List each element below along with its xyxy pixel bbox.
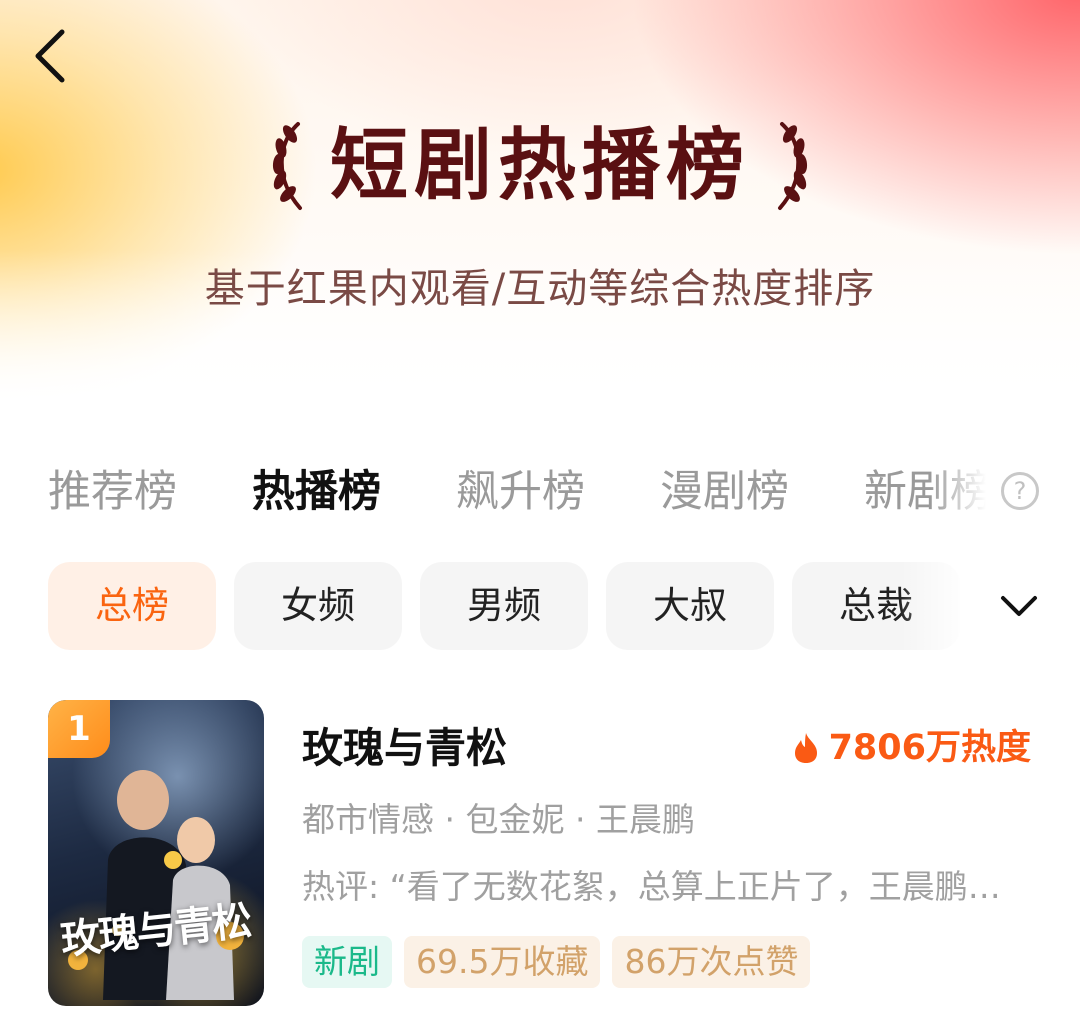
favorites-count: 69.5万收藏	[404, 936, 601, 988]
page-subtitle: 基于红果内观看/互动等综合热度排序	[204, 266, 876, 312]
tab-hot[interactable]: 热播榜	[252, 460, 381, 524]
likes-count: 86万次点赞	[612, 936, 811, 988]
heat-value: 7806万热度	[828, 728, 1031, 768]
tab-recommend[interactable]: 推荐榜	[48, 460, 177, 524]
drama-tags: 新剧 69.5万收藏 86万次点赞	[302, 936, 811, 988]
filter-chip-female[interactable]: 女频	[234, 562, 402, 650]
page-title: 短剧热播榜	[329, 121, 750, 211]
chevron-down-icon	[1001, 596, 1037, 616]
help-button[interactable]: ?	[1001, 472, 1039, 510]
tab-comic[interactable]: 漫剧榜	[660, 460, 789, 524]
back-button[interactable]	[22, 22, 78, 90]
chevron-left-icon	[35, 29, 65, 83]
flame-icon	[794, 733, 817, 763]
filter-chip-male[interactable]: 男频	[420, 562, 588, 650]
heat-score: 7806万热度	[793, 722, 1031, 774]
hot-review: 热评: “看了无数花絮，总算上正片了，王晨鹏和包金妮的感情戏太好看了	[302, 867, 1018, 906]
drama-meta: 都市情感 · 包金妮 · 王晨鹏	[302, 800, 695, 839]
chips-fade	[900, 562, 980, 650]
question-circle-icon: ?	[1013, 477, 1027, 505]
drama-title: 玫瑰与青松	[302, 724, 507, 772]
new-badge: 新剧	[302, 936, 392, 988]
drama-poster[interactable]: 玫瑰与青松 1	[48, 700, 264, 1006]
list-item[interactable]: 玫瑰与青松 1 玫瑰与青松 7806万热度 都市情感 · 包金妮 · 王晨鹏 热…	[48, 700, 1048, 1006]
filter-chips: 总榜 女频 男频 大叔 总裁	[48, 562, 968, 650]
laurel-right-icon	[778, 122, 808, 210]
laurel-left-icon	[272, 122, 302, 210]
expand-filters-button[interactable]	[995, 584, 1043, 628]
tab-rising[interactable]: 飙升榜	[456, 460, 585, 524]
ranking-tabs: 推荐榜 热播榜 飙升榜 漫剧榜 新剧榜	[48, 460, 998, 524]
filter-chip-uncle[interactable]: 大叔	[606, 562, 774, 650]
filter-chip-all[interactable]: 总榜	[48, 562, 216, 650]
title-banner: 短剧热播榜	[0, 112, 1080, 220]
rank-badge: 1	[48, 700, 110, 758]
tabs-fade	[930, 460, 1000, 524]
